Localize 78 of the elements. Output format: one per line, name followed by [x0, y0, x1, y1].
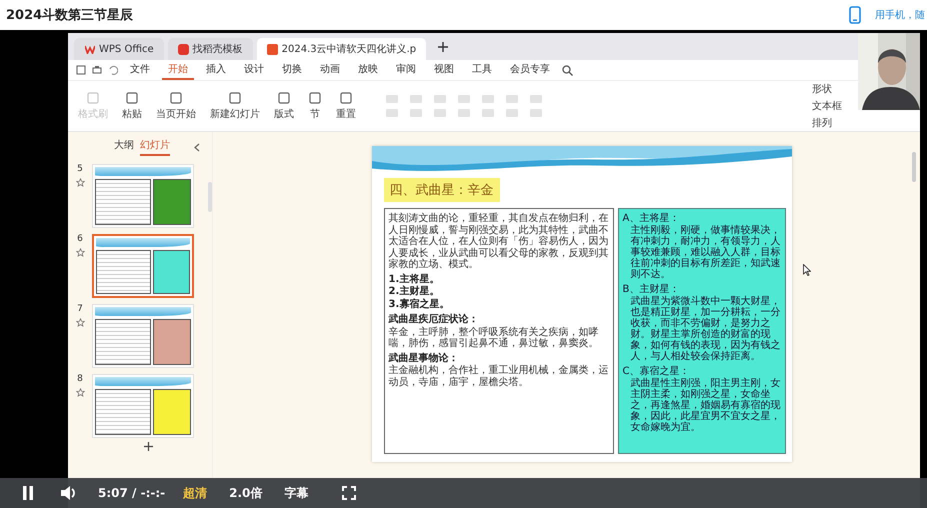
- menu-tab[interactable]: 开始: [162, 60, 194, 80]
- section-heading: 武曲星事物论：: [388, 352, 460, 364]
- note-heading: B、主财星：: [622, 284, 680, 296]
- pause-icon[interactable]: [22, 486, 34, 500]
- star-icon[interactable]: [76, 248, 84, 257]
- menu-tab[interactable]: 设计: [238, 60, 270, 80]
- print-icon[interactable]: [92, 65, 102, 75]
- menu-tab[interactable]: 动画: [314, 60, 346, 80]
- star-icon[interactable]: [76, 318, 84, 327]
- ribbon-button[interactable]: 形状: [812, 82, 842, 96]
- subtitles-button[interactable]: 字幕: [280, 482, 312, 504]
- add-tab-icon[interactable]: [438, 42, 448, 52]
- slide-thumbnail[interactable]: [92, 234, 194, 298]
- paragraph: 主性刚毅，刚硬，做事情较果决，有冲刺力，耐冲力，有领导力，人事较难兼顾，难以融入人群，目标往前冲刺的目标有所差距，知武速则不达。: [630, 225, 780, 280]
- paragraph: 主金融机构，合作社，重工业用机械，金属类，运动员，寺庙，庙宇，屋檐尖塔。: [388, 365, 608, 388]
- slide-number: 6: [77, 234, 83, 244]
- document-tab[interactable]: 2024.3云中请软天四化讲义.p: [256, 38, 426, 60]
- slide-number: 5: [77, 164, 83, 174]
- menu-tab[interactable]: 会员专享: [504, 60, 556, 80]
- ribbon-button[interactable]: 粘贴: [120, 89, 144, 123]
- speed-button[interactable]: 2.0倍: [225, 482, 266, 504]
- square-icon: [339, 91, 353, 105]
- volume-icon[interactable]: [60, 485, 78, 501]
- ribbon-button[interactable]: 新建幻灯片: [208, 89, 262, 123]
- star-icon[interactable]: [76, 388, 84, 397]
- phone-icon[interactable]: [849, 6, 861, 24]
- square-icon: [125, 91, 139, 105]
- ribbon-button[interactable]: 文本框: [812, 99, 842, 113]
- save-icon[interactable]: [76, 65, 86, 75]
- menu-tab[interactable]: 切换: [276, 60, 308, 80]
- template-icon: [178, 44, 189, 54]
- ribbon-button[interactable]: 重置: [334, 89, 358, 123]
- phone-link[interactable]: 用手机，随: [875, 8, 925, 22]
- list-item: 1.主将星。: [388, 274, 440, 285]
- square-icon: [277, 91, 291, 105]
- menu-tab[interactable]: 视图: [428, 60, 460, 80]
- menu-tab[interactable]: 文件: [124, 60, 156, 80]
- mouse-pointer-icon: [803, 264, 811, 276]
- menu-tab[interactable]: 插入: [200, 60, 232, 80]
- paragraph: 其刻涛文曲的论，重轻重，其自发点在物归利，在人日刚慢威，誓与刚强交易，此为其特性，武曲不太适合在人位，在人位则有「伤」容易伤人，因为人要成长，业从武曲可以看父母的家教，反观到其家教的立场、模式。: [388, 213, 608, 270]
- menu-tab[interactable]: 工具: [466, 60, 498, 80]
- quality-button[interactable]: 超清: [179, 482, 212, 504]
- square-icon: [169, 91, 183, 105]
- square-icon: [228, 91, 242, 105]
- section-heading: 武曲星疾厄症状论：: [388, 314, 480, 326]
- undo-icon[interactable]: [108, 65, 118, 75]
- square-icon: [86, 91, 100, 105]
- document-tab[interactable]: WPS Office: [74, 38, 164, 60]
- note-heading: C、寡宿之星：: [622, 366, 690, 378]
- ribbon-button[interactable]: 节: [306, 89, 324, 123]
- fullscreen-icon[interactable]: [342, 486, 356, 500]
- slides-file-icon: [266, 44, 278, 54]
- ribbon-button[interactable]: 排列: [812, 116, 842, 130]
- panel-tab[interactable]: 大纲: [114, 138, 134, 156]
- menu-tab[interactable]: 审阅: [390, 60, 422, 80]
- star-icon[interactable]: [76, 178, 84, 187]
- document-tab[interactable]: 找稻壳模板: [168, 38, 253, 60]
- paragraph: 辛金，主呼肺，整个呼吸系统有关之疾病，如哮喘，肺伤，感冒引起鼻不通，鼻过敏，鼻窦炎。: [388, 326, 600, 350]
- ribbon-button[interactable]: 版式: [272, 89, 296, 123]
- collapse-icon[interactable]: [194, 142, 200, 152]
- square-icon: [308, 91, 322, 105]
- slide-title: 四、武曲星：辛金: [384, 178, 500, 202]
- list-item: 3.寡宿之星。: [388, 298, 450, 311]
- panel-tab[interactable]: 幻灯片: [140, 138, 170, 156]
- playback-time: 5:07 / -:-:-: [98, 486, 166, 500]
- add-slide-icon[interactable]: [144, 442, 153, 451]
- slide-number: 8: [77, 374, 83, 384]
- list-item: 2.主财星。: [388, 286, 440, 298]
- page-title: 2024斗数第三节星辰: [6, 7, 134, 24]
- ribbon-button[interactable]: 当页开始: [154, 89, 198, 123]
- logo-icon: [84, 44, 95, 54]
- scrollbar[interactable]: [912, 152, 916, 182]
- menu-tab[interactable]: 放映: [352, 60, 384, 80]
- note-heading: A、主将星：: [622, 213, 680, 224]
- slide-number: 7: [77, 304, 83, 314]
- search-icon[interactable]: [562, 64, 573, 76]
- paragraph: 武曲星为紫微斗数中一颗大财星，也是精正财星，加一分耕耘，一分收获，而非不劳偏财，是努力之财。财星主掌所创造的财富的现象，如何有钱的表现，因为有钱之人，与人相处较会保持距离。: [630, 296, 780, 362]
- paragraph: 武曲星性主刚强，阳主男主刚，女主阴主柔，如刚强之星，女命坐之，再逢煞星，婚姻易有寡宿的现象，因此，此星宜男不宜女之星，女命嫁晚为宜。: [630, 378, 780, 433]
